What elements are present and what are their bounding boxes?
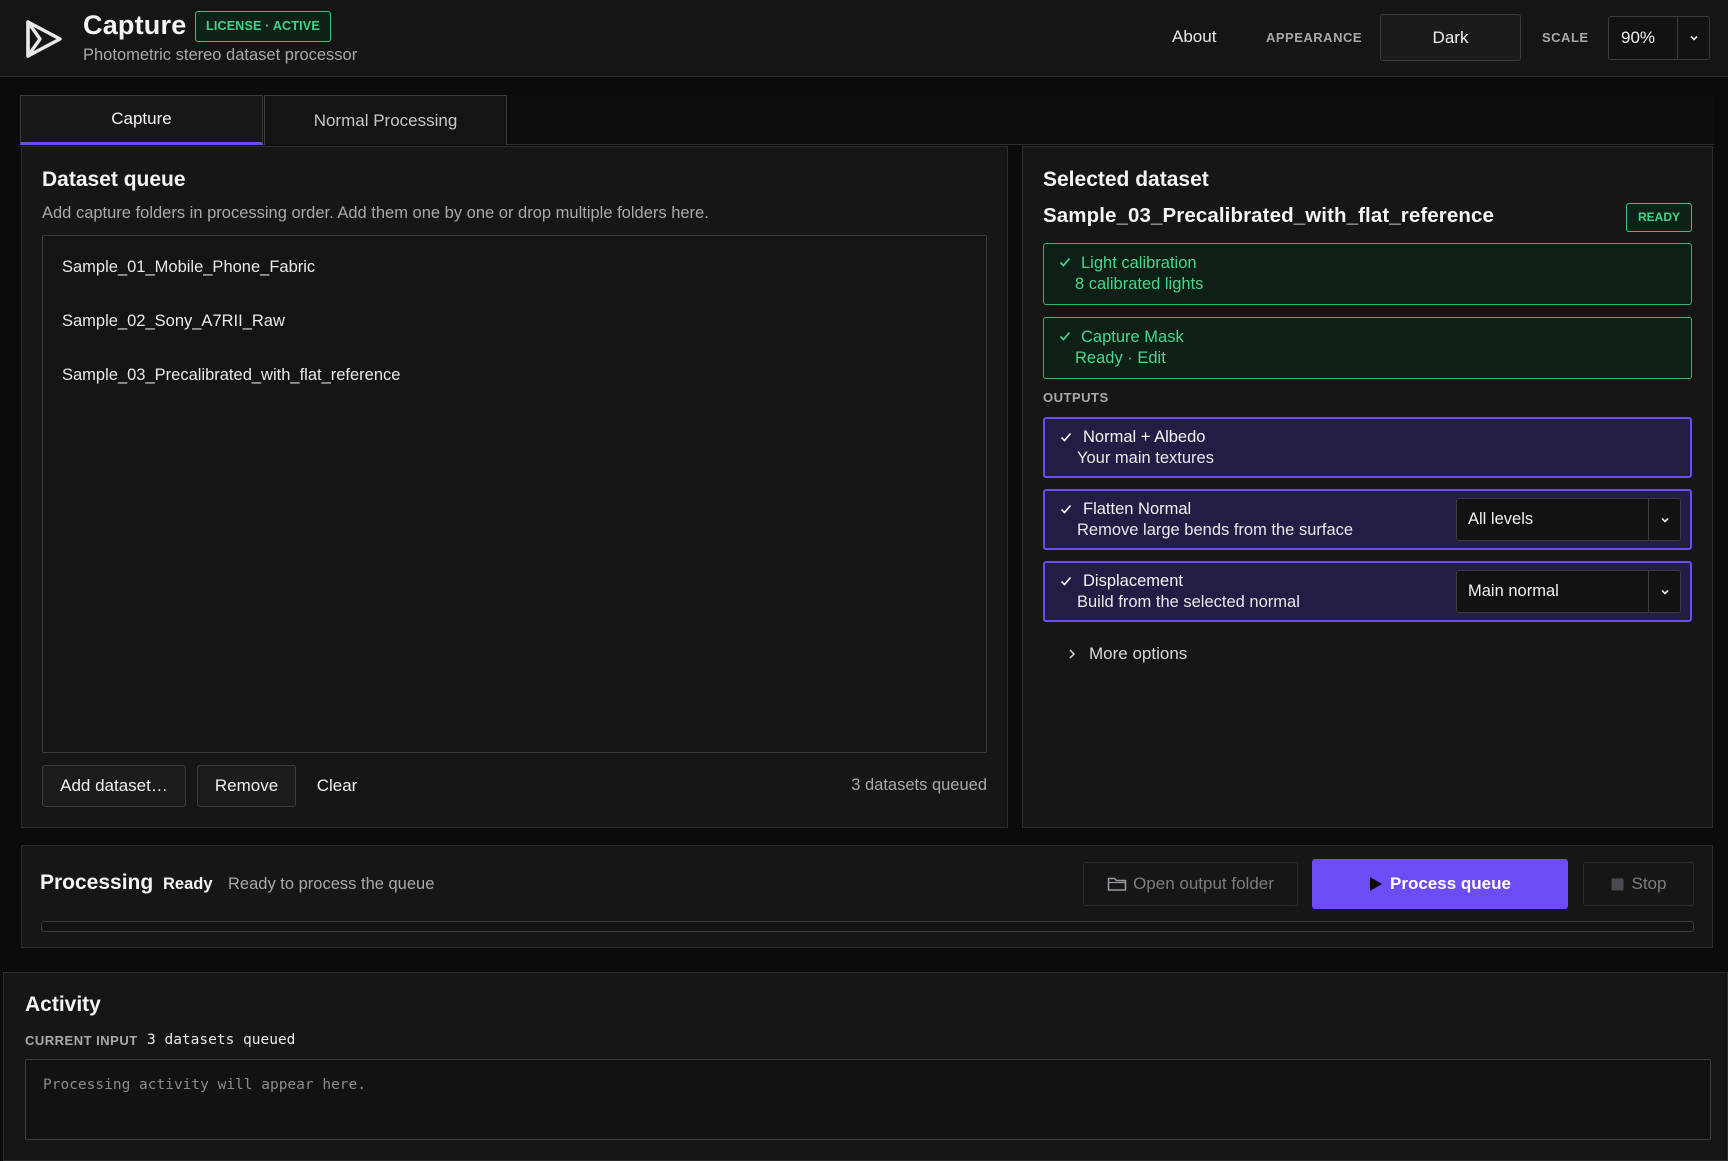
light-calibration-detail: 8 calibrated lights: [1075, 275, 1204, 293]
processing-description: Ready to process the queue: [228, 875, 435, 893]
scale-select[interactable]: 90%: [1608, 16, 1710, 60]
open-output-folder-button[interactable]: Open output folder: [1083, 862, 1298, 906]
chevron-down-icon[interactable]: [1648, 499, 1680, 540]
folder-icon: [1107, 877, 1127, 891]
chevron-down-icon[interactable]: [1677, 17, 1709, 59]
selected-dataset-name: Sample_03_Precalibrated_with_flat_refere…: [1043, 204, 1494, 227]
app-title: Capture: [83, 10, 187, 40]
tab-normal-processing[interactable]: Normal Processing: [264, 95, 507, 145]
check-icon: [1059, 257, 1071, 267]
check-icon: [1059, 331, 1071, 341]
open-output-folder-label: Open output folder: [1133, 874, 1274, 893]
chevron-right-icon: [1069, 649, 1076, 659]
light-calibration-title: Light calibration: [1081, 254, 1197, 272]
selected-dataset-panel: Selected dataset Sample_03_Precalibrated…: [1022, 146, 1713, 828]
selected-dataset-title: Selected dataset: [1043, 168, 1209, 191]
more-options-label: More options: [1089, 644, 1188, 663]
capture-mask-card[interactable]: Capture Mask Ready · Edit: [1043, 317, 1692, 379]
activity-placeholder: Processing activity will appear here.: [43, 1077, 367, 1093]
app-header: Capture LICENSE · ACTIVE Photometric ste…: [0, 0, 1728, 77]
displacement-source-value: Main normal: [1468, 582, 1559, 600]
output-normal-albedo[interactable]: Normal + Albedo Your main textures: [1043, 417, 1692, 478]
capture-mask-title: Capture Mask: [1081, 328, 1184, 346]
tab-bar: Capture Normal Processing: [20, 95, 1714, 145]
output-flatten-normal[interactable]: Flatten Normal Remove large bends from t…: [1043, 489, 1692, 550]
app-subtitle: Photometric stereo dataset processor: [83, 46, 358, 64]
check-icon: [1060, 432, 1072, 442]
status-badge: READY: [1625, 203, 1692, 232]
stop-icon: [1611, 878, 1623, 890]
processing-title: Processing: [40, 871, 154, 894]
flatten-level-value: All levels: [1468, 510, 1534, 528]
queue-count: 3 datasets queued: [851, 776, 987, 794]
light-calibration-card[interactable]: Light calibration 8 calibrated lights: [1043, 243, 1692, 305]
queue-item[interactable]: Sample_02_Sony_A7RII_Raw: [62, 312, 285, 331]
chevron-down-icon[interactable]: [1648, 571, 1680, 612]
tab-capture[interactable]: Capture: [20, 95, 263, 145]
dataset-queue-list[interactable]: Sample_01_Mobile_Phone_Fabric Sample_02_…: [42, 235, 987, 753]
activity-title: Activity: [25, 993, 101, 1016]
current-input-value: 3 datasets queued: [147, 1032, 296, 1048]
theme-toggle-button[interactable]: Dark: [1380, 14, 1521, 61]
stop-label: Stop: [1631, 874, 1667, 893]
output-title: Normal + Albedo: [1083, 428, 1206, 446]
check-icon: [1060, 576, 1072, 586]
flatten-level-select[interactable]: All levels: [1456, 498, 1681, 541]
dataset-queue-description: Add capture folders in processing order.…: [42, 204, 709, 222]
processing-status: Ready: [163, 875, 213, 893]
play-icon: [1370, 877, 1383, 891]
displacement-source-select[interactable]: Main normal: [1456, 570, 1681, 613]
processing-panel: Processing Ready Ready to process the qu…: [21, 845, 1713, 948]
output-displacement[interactable]: Displacement Build from the selected nor…: [1043, 561, 1692, 622]
activity-log[interactable]: Processing activity will appear here.: [25, 1059, 1711, 1140]
more-options-toggle[interactable]: More options: [1067, 644, 1187, 664]
remove-button[interactable]: Remove: [197, 765, 296, 807]
stop-button[interactable]: Stop: [1583, 862, 1694, 906]
dataset-queue-panel: Dataset queue Add capture folders in pro…: [21, 146, 1008, 828]
output-detail: Your main textures: [1077, 449, 1214, 467]
check-icon: [1060, 504, 1072, 514]
activity-panel: Activity CURRENT INPUT 3 datasets queued…: [3, 972, 1728, 1161]
progress-bar: [41, 921, 1694, 932]
current-input-label: CURRENT INPUT: [25, 1033, 138, 1048]
dataset-queue-title: Dataset queue: [42, 168, 186, 191]
output-title: Displacement: [1083, 572, 1183, 590]
about-link[interactable]: About: [1172, 27, 1216, 47]
output-detail: Build from the selected normal: [1077, 593, 1300, 611]
outputs-label: OUTPUTS: [1043, 390, 1109, 405]
license-badge: LICENSE · ACTIVE: [195, 11, 331, 42]
queue-item[interactable]: Sample_03_Precalibrated_with_flat_refere…: [62, 366, 400, 385]
process-queue-label: Process queue: [1390, 874, 1511, 893]
clear-button[interactable]: Clear: [306, 765, 368, 807]
output-title: Flatten Normal: [1083, 500, 1192, 518]
queue-item[interactable]: Sample_01_Mobile_Phone_Fabric: [62, 258, 315, 277]
scale-value: 90%: [1621, 28, 1656, 47]
process-queue-button[interactable]: Process queue: [1312, 859, 1568, 909]
appearance-label: APPEARANCE: [1266, 30, 1363, 45]
play-triangle-logo-icon: [26, 20, 62, 58]
output-detail: Remove large bends from the surface: [1077, 521, 1354, 539]
capture-mask-detail[interactable]: Ready · Edit: [1075, 349, 1166, 368]
add-dataset-button[interactable]: Add dataset…: [42, 765, 186, 807]
scale-label: SCALE: [1542, 30, 1589, 45]
